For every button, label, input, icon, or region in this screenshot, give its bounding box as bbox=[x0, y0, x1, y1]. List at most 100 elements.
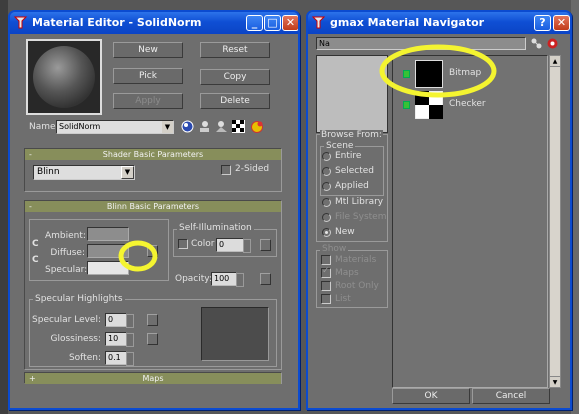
shader-select[interactable]: Blinn ▼ bbox=[33, 165, 135, 180]
soften-label: Soften: bbox=[68, 353, 101, 363]
specular-level-value[interactable]: 0 bbox=[105, 313, 134, 328]
map-preview bbox=[316, 55, 388, 133]
chevron-down-icon[interactable]: ▼ bbox=[162, 121, 173, 133]
self-illumination-title: Self-Illumination bbox=[177, 223, 254, 233]
maps-rollout-header[interactable]: + Maps bbox=[25, 373, 281, 384]
radio-entire[interactable] bbox=[322, 152, 331, 161]
material-type-icon[interactable] bbox=[181, 120, 194, 133]
show-materials-checkbox[interactable] bbox=[321, 255, 331, 265]
scroll-down-arrow-icon[interactable]: ▼ bbox=[550, 376, 560, 387]
show-list-checkbox[interactable] bbox=[321, 294, 331, 304]
self-illum-color-checkbox[interactable] bbox=[178, 239, 188, 249]
radio-selected[interactable] bbox=[322, 167, 331, 176]
list-item[interactable]: Bitmap bbox=[401, 60, 541, 88]
checker-thumbnail bbox=[415, 91, 443, 119]
copy-button[interactable]: Copy bbox=[200, 69, 270, 85]
opacity-value[interactable]: 100 bbox=[211, 272, 244, 287]
close-button[interactable]: ✕ bbox=[282, 15, 298, 31]
specular-swatch[interactable] bbox=[87, 261, 129, 275]
radio-file-system-label: File System bbox=[335, 212, 387, 222]
list-item-label: Checker bbox=[449, 99, 486, 109]
glossiness-label: Glossiness: bbox=[50, 334, 101, 344]
reset-button[interactable]: Reset bbox=[200, 42, 270, 58]
delete-button[interactable]: Delete bbox=[200, 93, 270, 109]
radio-new-label: New bbox=[335, 227, 355, 237]
collapse-icon[interactable]: - bbox=[29, 201, 32, 212]
lock-c1[interactable]: C bbox=[32, 239, 39, 249]
list-item[interactable]: Checker bbox=[401, 91, 541, 119]
self-illum-value[interactable]: 0 bbox=[216, 238, 251, 253]
glossiness-value[interactable]: 10 bbox=[105, 332, 134, 347]
sample-slot[interactable] bbox=[26, 39, 102, 115]
show-root-only-checkbox[interactable] bbox=[321, 281, 331, 291]
maximize-button[interactable]: □ bbox=[264, 15, 281, 31]
radio-applied[interactable] bbox=[322, 182, 331, 191]
soften-value[interactable]: 0.1 bbox=[105, 351, 134, 366]
expand-icon[interactable]: + bbox=[29, 373, 36, 384]
material-editor-titlebar[interactable]: Material Editor - SolidNorm _ □ ✕ bbox=[10, 12, 298, 34]
chevron-down-icon[interactable]: ▼ bbox=[121, 166, 134, 179]
radio-mtl-library[interactable] bbox=[322, 198, 331, 207]
list-item-label: Bitmap bbox=[449, 68, 482, 78]
show-root-only-label: Root Only bbox=[335, 281, 379, 291]
radio-mtl-library-label: Mtl Library bbox=[335, 197, 384, 207]
diffuse-map-button[interactable] bbox=[147, 245, 158, 257]
put-to-scene-icon[interactable] bbox=[215, 120, 228, 133]
blinn-rollout-title: Blinn Basic Parameters bbox=[106, 202, 200, 211]
diffuse-swatch[interactable] bbox=[87, 244, 129, 258]
viewport-strip-right bbox=[571, 0, 579, 414]
radio-selected-label: Selected bbox=[335, 166, 375, 176]
navigator-title: gmax Material Navigator bbox=[330, 16, 485, 29]
highlight-curve-display bbox=[201, 307, 269, 361]
material-map-list[interactable]: Bitmap Checker bbox=[392, 55, 548, 388]
navigator-titlebar[interactable]: gmax Material Navigator ? ✕ bbox=[308, 12, 570, 34]
glossiness-map-button[interactable] bbox=[147, 333, 158, 345]
name-label: Name bbox=[29, 122, 56, 132]
two-sided-checkbox[interactable] bbox=[221, 165, 231, 175]
radio-new[interactable] bbox=[322, 228, 331, 237]
map-type-icon bbox=[403, 101, 410, 109]
radio-entire-label: Entire bbox=[335, 151, 362, 161]
material-editor-title: Material Editor - SolidNorm bbox=[32, 16, 202, 29]
maps-rollout-title: Maps bbox=[142, 374, 164, 383]
shader-select-value: Blinn bbox=[37, 167, 60, 177]
show-map-icon[interactable] bbox=[250, 120, 264, 134]
material-navigator-window: gmax Material Navigator ? ✕ Na Bitmap Ch… bbox=[306, 10, 572, 410]
material-name-value: SolidNorm bbox=[59, 122, 101, 131]
close-button[interactable]: ✕ bbox=[553, 15, 570, 31]
ambient-swatch[interactable] bbox=[87, 227, 129, 241]
show-list-label: List bbox=[335, 294, 351, 304]
ok-button[interactable]: OK bbox=[392, 388, 470, 404]
map-type-icon bbox=[403, 70, 410, 78]
assign-material-icon[interactable] bbox=[198, 120, 211, 133]
self-illum-map-button[interactable] bbox=[260, 239, 271, 251]
show-group-label: Show bbox=[320, 244, 349, 254]
apply-button[interactable]: Apply bbox=[113, 93, 183, 109]
new-button[interactable]: New bbox=[113, 42, 183, 58]
opacity-map-button[interactable] bbox=[260, 273, 271, 285]
specular-level-map-button[interactable] bbox=[147, 314, 158, 326]
list-scrollbar[interactable]: ▲ ▼ bbox=[549, 55, 561, 388]
pick-button[interactable]: Pick bbox=[113, 68, 183, 84]
blinn-rollout-header[interactable]: - Blinn Basic Parameters bbox=[25, 201, 281, 212]
specular-label: Specular: bbox=[45, 265, 88, 275]
gmax-logo-icon bbox=[13, 16, 28, 29]
view-list-icon[interactable] bbox=[530, 37, 543, 50]
help-button[interactable]: ? bbox=[534, 15, 551, 31]
material-name-field[interactable]: SolidNorm ▼ bbox=[56, 120, 174, 134]
background-checker-icon[interactable] bbox=[232, 120, 245, 133]
show-maps-checkbox[interactable]: ✓ bbox=[321, 266, 331, 278]
collapse-icon[interactable]: - bbox=[29, 149, 32, 160]
navigator-name-field[interactable]: Na bbox=[316, 37, 526, 50]
radio-file-system[interactable] bbox=[322, 213, 331, 222]
shader-rollout-title: Shader Basic Parameters bbox=[102, 150, 204, 159]
scroll-up-arrow-icon[interactable]: ▲ bbox=[550, 56, 560, 67]
shader-rollout-header[interactable]: - Shader Basic Parameters bbox=[25, 149, 281, 160]
minimize-button[interactable]: _ bbox=[246, 15, 263, 31]
blinn-rollout: - Blinn Basic Parameters C C Ambient: Di… bbox=[24, 200, 282, 370]
specular-level-label: Specular Level: bbox=[32, 315, 101, 325]
cancel-button[interactable]: Cancel bbox=[472, 388, 550, 404]
lock-c2[interactable]: C bbox=[32, 255, 39, 265]
maps-rollout: + Maps bbox=[24, 372, 282, 384]
delete-item-icon[interactable] bbox=[546, 37, 559, 50]
